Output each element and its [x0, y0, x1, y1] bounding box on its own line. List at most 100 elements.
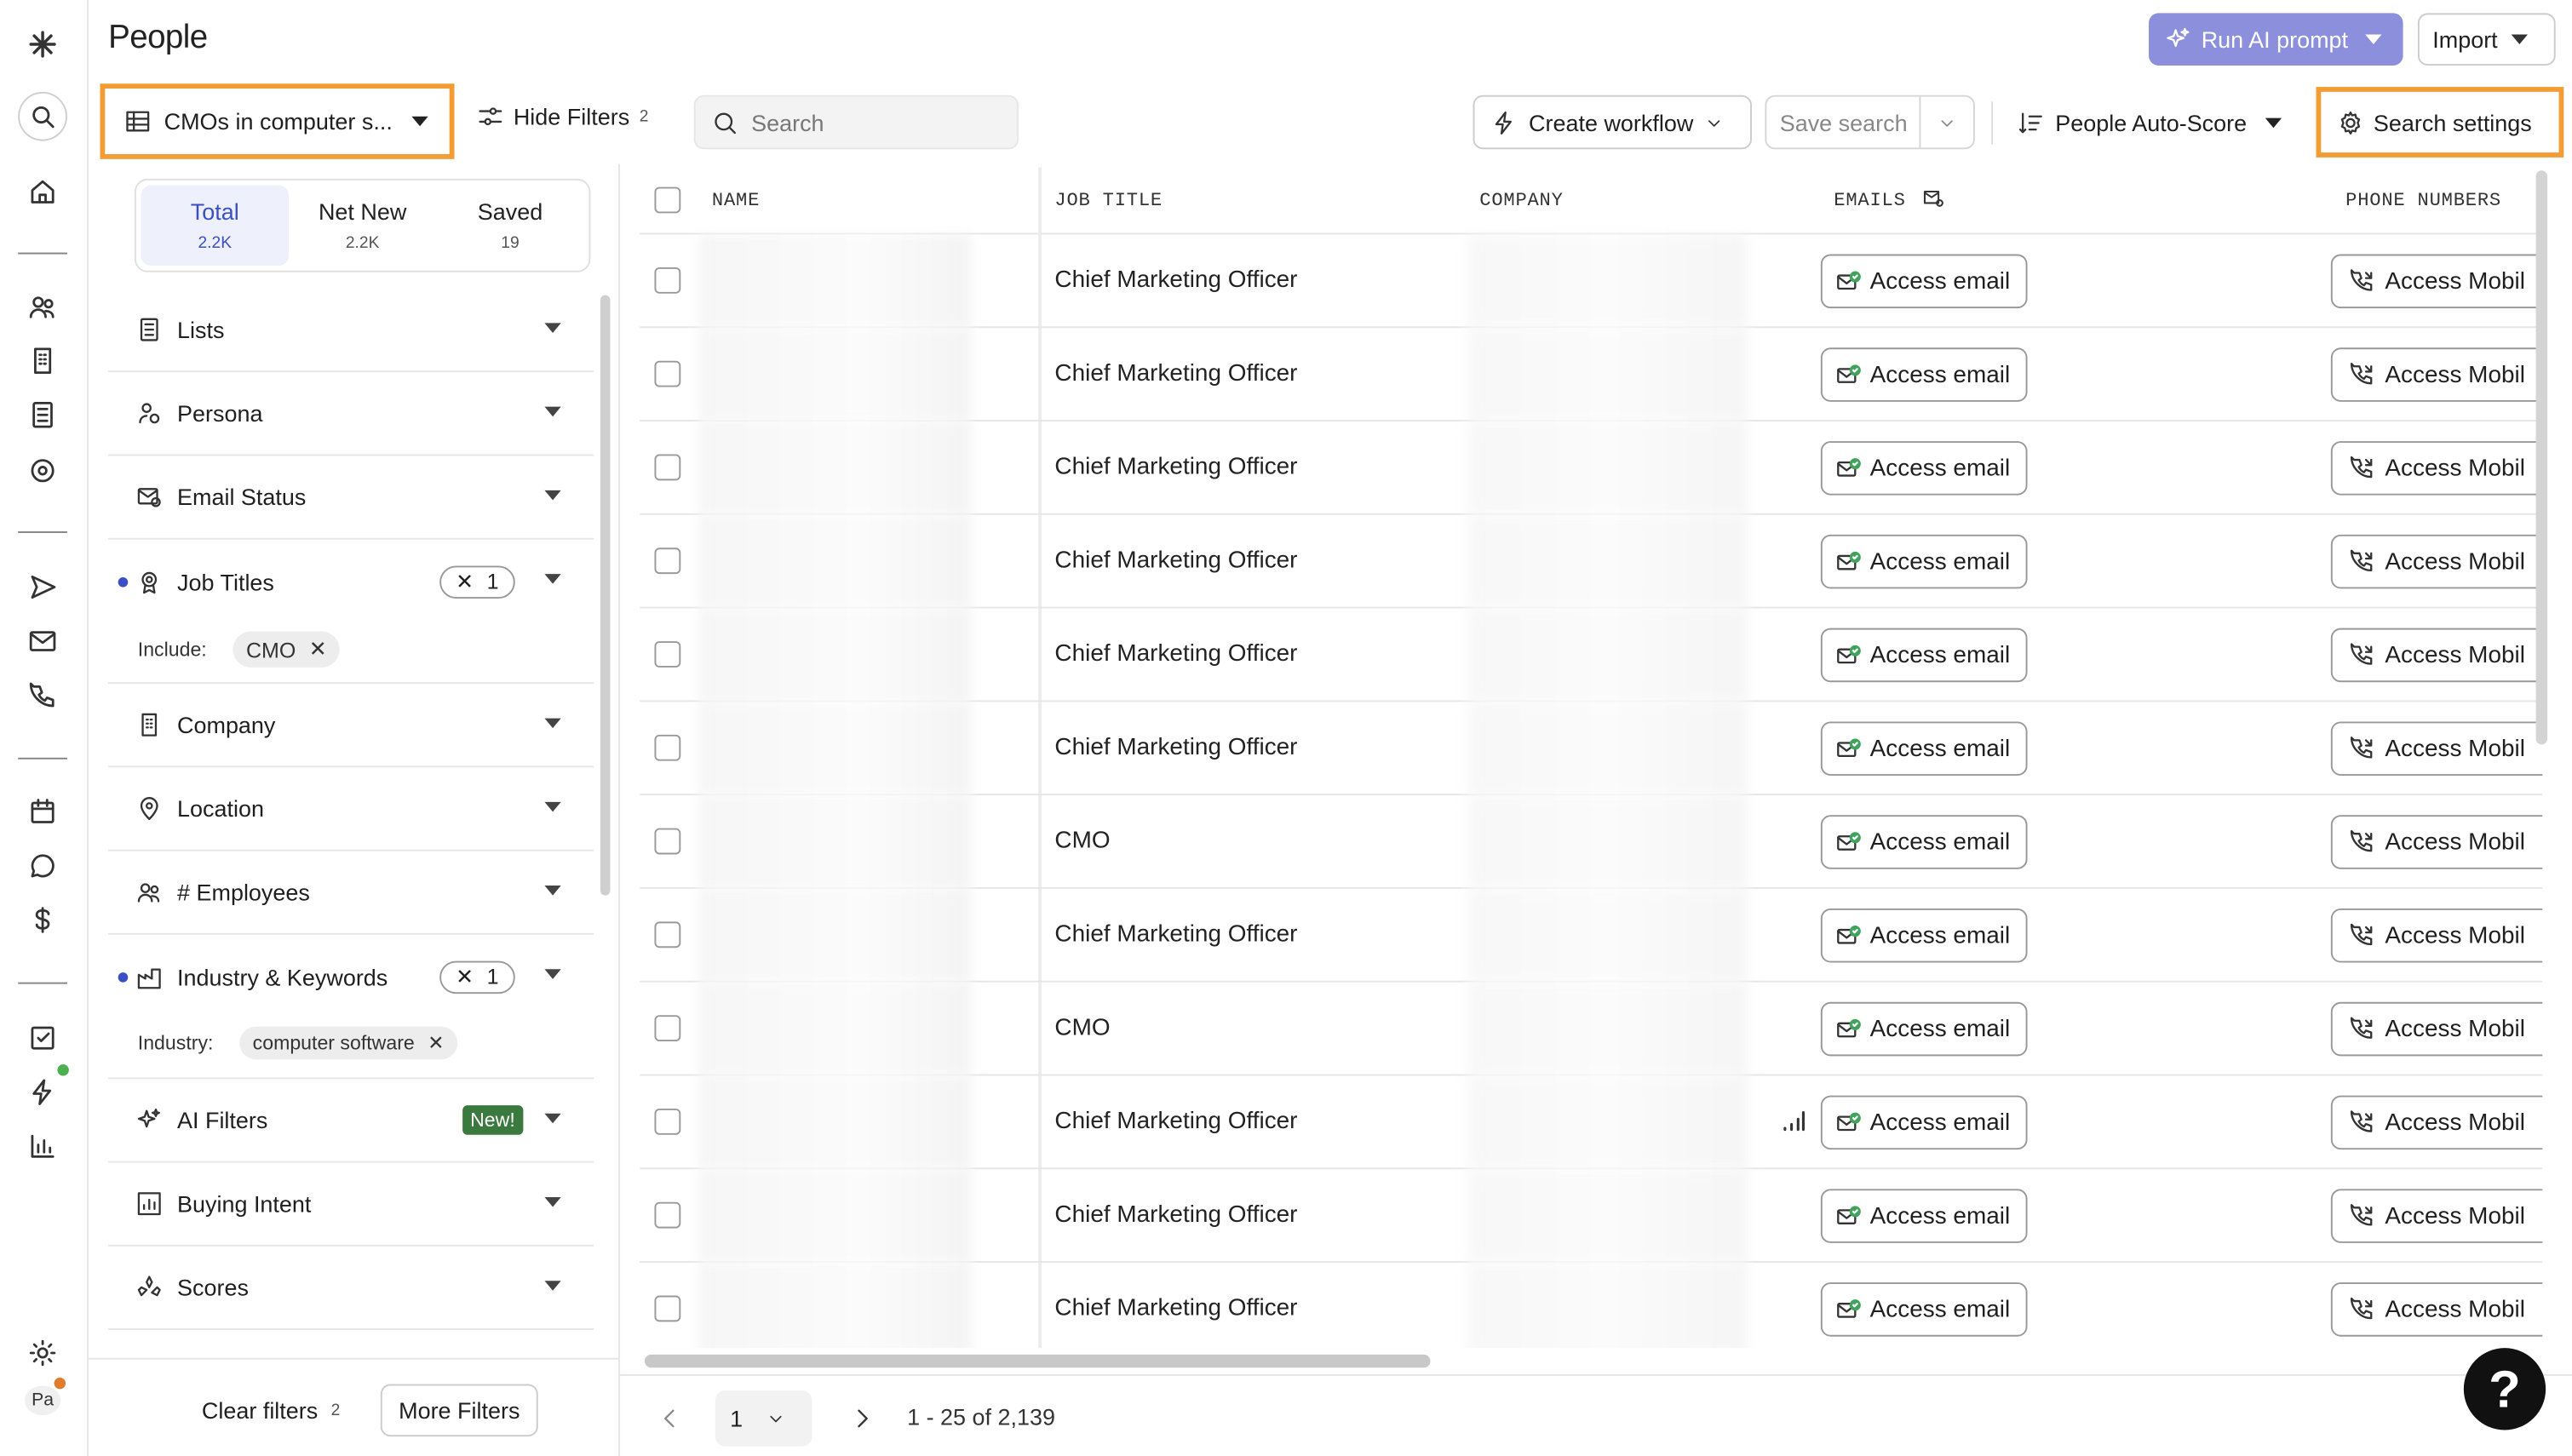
people-icon[interactable]: [23, 287, 62, 326]
table-row[interactable]: Chief Marketing Officer Access email Acces…: [640, 421, 2543, 515]
import-button[interactable]: Import: [2417, 13, 2556, 66]
search-settings-button[interactable]: Search settings: [2316, 87, 2564, 158]
save-search-button[interactable]: Save search: [1765, 95, 1975, 150]
access-email-button[interactable]: Access email: [1820, 1001, 2028, 1057]
access-mobile-button[interactable]: Access Mobil: [2330, 1001, 2543, 1057]
access-email-button[interactable]: Access email: [1820, 628, 2028, 683]
deals-dollar-icon[interactable]: [23, 900, 62, 939]
column-header-name[interactable]: NAME: [712, 190, 760, 211]
access-mobile-button[interactable]: Access Mobil: [2330, 1095, 2543, 1150]
table-row[interactable]: Chief Marketing Officer Access email Acces…: [640, 702, 2543, 796]
clear-filter-badge[interactable]: ✕ 1: [439, 565, 515, 599]
column-header-job-title[interactable]: JOB TITLE: [1054, 190, 1163, 211]
row-checkbox[interactable]: [654, 454, 681, 481]
access-mobile-button[interactable]: Access Mobil: [2330, 721, 2543, 776]
row-checkbox[interactable]: [654, 267, 681, 294]
filter-persona[interactable]: Persona: [108, 372, 594, 456]
save-search-options[interactable]: [1920, 112, 1973, 132]
phone-icon[interactable]: [23, 677, 62, 716]
access-email-button[interactable]: Access email: [1820, 815, 2028, 869]
table-horizontal-scrollbar[interactable]: [644, 1354, 1431, 1368]
run-ai-prompt-button[interactable]: Run AI prompt: [2149, 13, 2403, 66]
table-row[interactable]: Chief Marketing Officer Access email Acces…: [640, 234, 2543, 329]
row-checkbox[interactable]: [654, 734, 681, 761]
access-email-button[interactable]: Access email: [1820, 441, 2028, 496]
row-checkbox[interactable]: [654, 1108, 681, 1135]
row-checkbox[interactable]: [654, 921, 681, 949]
help-button[interactable]: ?: [2463, 1348, 2546, 1430]
mail-icon[interactable]: [23, 622, 62, 661]
row-checkbox[interactable]: [654, 1201, 681, 1229]
row-checkbox[interactable]: [654, 547, 681, 575]
filter-chip-computer-software[interactable]: computer software ✕: [239, 1026, 457, 1060]
filter-buying-intent[interactable]: Buying Intent: [108, 1163, 594, 1247]
analytics-icon[interactable]: [23, 1126, 62, 1166]
table-vertical-scrollbar[interactable]: [2535, 170, 2548, 745]
access-email-button[interactable]: Access email: [1820, 347, 2028, 402]
clear-filter-badge[interactable]: ✕ 1: [439, 960, 515, 994]
access-mobile-button[interactable]: Access Mobil: [2330, 254, 2543, 309]
tab-net-new[interactable]: Net New 2.2K: [289, 186, 436, 266]
email-settings-icon[interactable]: [1922, 187, 1945, 210]
more-filters-button[interactable]: More Filters: [380, 1384, 538, 1437]
conversations-icon[interactable]: [23, 846, 62, 886]
table-row[interactable]: Chief Marketing Officer Access email Acces…: [640, 1263, 2543, 1349]
filter-ai-filters[interactable]: AI Filters New!: [108, 1079, 594, 1163]
row-checkbox[interactable]: [654, 1015, 681, 1042]
user-avatar[interactable]: Pa: [24, 1385, 61, 1416]
lists-icon[interactable]: [23, 395, 62, 434]
hide-filters-button[interactable]: Hide Filters 2: [477, 103, 648, 129]
saved-view-dropdown[interactable]: CMOs in computer s...: [100, 83, 455, 159]
filter-industry-keywords[interactable]: Industry & Keywords ✕ 1: [108, 935, 594, 1018]
row-checkbox[interactable]: [654, 828, 681, 855]
remove-chip-icon[interactable]: ✕: [428, 1031, 444, 1054]
remove-chip-icon[interactable]: ✕: [309, 636, 327, 662]
workflows-bolt-icon[interactable]: [23, 1073, 62, 1112]
access-mobile-button[interactable]: Access Mobil: [2330, 628, 2543, 683]
people-auto-score-button[interactable]: People Auto-Score: [2018, 95, 2282, 150]
table-row[interactable]: CMO Access email Access Mobil: [640, 982, 2543, 1076]
access-email-button[interactable]: Access email: [1820, 254, 2028, 309]
data-enrichment-icon[interactable]: [23, 451, 62, 490]
previous-page-icon[interactable]: [656, 1406, 682, 1432]
filter-email-status[interactable]: Email Status: [108, 456, 594, 540]
access-email-button[interactable]: Access email: [1820, 721, 2028, 776]
access-mobile-button[interactable]: Access Mobil: [2330, 347, 2543, 402]
access-mobile-button[interactable]: Access Mobil: [2330, 909, 2543, 963]
access-mobile-button[interactable]: Access Mobil: [2330, 1189, 2543, 1243]
select-all-checkbox[interactable]: [654, 186, 681, 214]
access-email-button[interactable]: Access email: [1820, 1095, 2028, 1150]
filters-scrollbar[interactable]: [600, 295, 611, 896]
filter-company[interactable]: Company: [108, 684, 594, 768]
row-checkbox[interactable]: [654, 360, 681, 387]
global-search-icon[interactable]: [18, 91, 67, 141]
settings-gear-icon[interactable]: [23, 1333, 62, 1373]
meetings-calendar-icon[interactable]: [23, 792, 62, 831]
table-row[interactable]: Chief Marketing Officer Access email Acces…: [640, 514, 2543, 609]
home-icon[interactable]: [23, 172, 62, 211]
clear-filters-button[interactable]: Clear filters 2: [202, 1397, 340, 1424]
access-mobile-button[interactable]: Access Mobil: [2330, 1282, 2543, 1337]
column-header-emails[interactable]: EMAILS: [1834, 190, 1905, 211]
filter-location[interactable]: Location: [108, 767, 594, 851]
search-input[interactable]: [751, 109, 998, 135]
column-header-phone-numbers[interactable]: PHONE NUMBERS: [2345, 190, 2501, 211]
access-email-button[interactable]: Access email: [1820, 1189, 2028, 1243]
filter-employees[interactable]: # Employees: [108, 851, 594, 935]
table-row[interactable]: Chief Marketing Officer Access email Acces…: [640, 1075, 2543, 1170]
next-page-icon[interactable]: [850, 1406, 876, 1432]
filter-lists[interactable]: Lists: [108, 289, 594, 373]
column-header-company[interactable]: COMPANY: [1479, 190, 1563, 211]
access-mobile-button[interactable]: Access Mobil: [2330, 815, 2543, 869]
access-email-button[interactable]: Access email: [1820, 534, 2028, 589]
filter-chip-cmo[interactable]: CMO ✕: [233, 631, 341, 668]
table-row[interactable]: Chief Marketing Officer Access email Acces…: [640, 608, 2543, 702]
create-workflow-button[interactable]: Create workflow: [1473, 95, 1752, 150]
tab-total[interactable]: Total 2.2K: [141, 185, 289, 267]
access-mobile-button[interactable]: Access Mobil: [2330, 441, 2543, 496]
save-search-label[interactable]: Save search: [1766, 96, 1921, 148]
row-checkbox[interactable]: [654, 1295, 681, 1322]
filter-job-titles[interactable]: Job Titles ✕ 1: [108, 540, 594, 623]
companies-icon[interactable]: [23, 341, 62, 381]
access-email-button[interactable]: Access email: [1820, 1282, 2028, 1337]
